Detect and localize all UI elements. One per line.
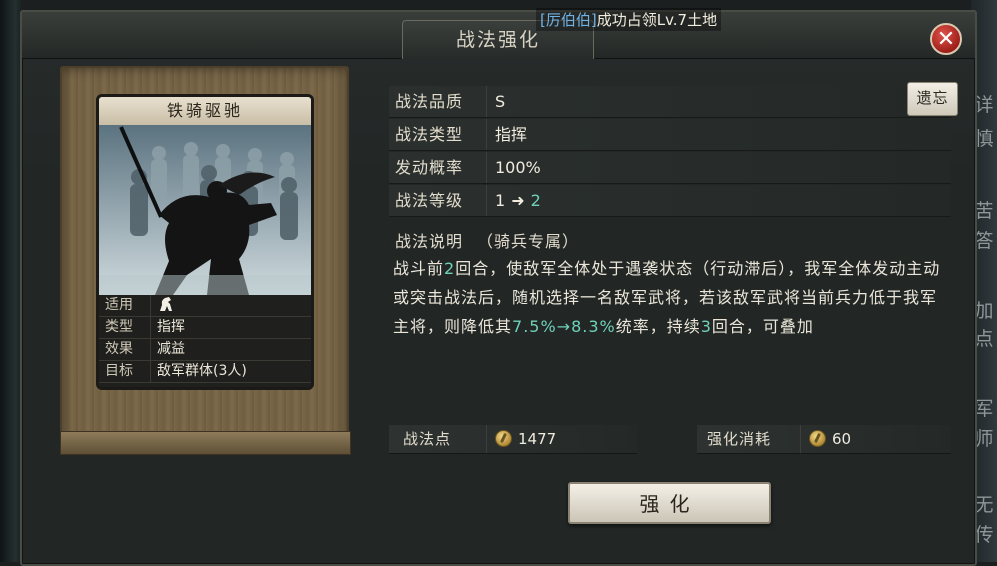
notice-player-name: [厉伯伯] xyxy=(540,11,597,29)
tactic-scroll: 铁骑驱驰 适用 类型 指挥 效果 减益 目标 敌军群体(3人) xyxy=(60,66,351,455)
attr-value: 100% xyxy=(495,158,541,177)
desc-highlight: 2 xyxy=(444,259,456,278)
attr-row-quality: 战法品质 S xyxy=(389,86,951,118)
attr-label: 战法类型 xyxy=(389,119,487,150)
card-title: 铁骑驱驰 xyxy=(99,97,311,125)
description-tag: （骑兵专属） xyxy=(477,232,580,251)
points-value: 1477 xyxy=(518,430,557,448)
enhance-cost-bar: 强化消耗 60 xyxy=(697,425,951,454)
info-row-usage: 适用 xyxy=(99,295,311,317)
attr-label: 发动概率 xyxy=(389,152,487,183)
cost-value: 60 xyxy=(832,430,852,448)
desc-part: 战斗前 xyxy=(393,259,445,278)
attr-row-type: 战法类型 指挥 xyxy=(389,119,951,151)
broadcast-notice: [厉伯伯]成功占领Lv.7土地 xyxy=(536,8,722,31)
desc-highlight: 7.5%→8.3% xyxy=(512,317,616,336)
info-value: 敌军群体(3人) xyxy=(157,363,247,379)
description-label: 战法说明 xyxy=(395,232,464,251)
enhance-button[interactable]: 强化 xyxy=(568,482,771,524)
attr-row-rate: 发动概率 100% xyxy=(389,152,951,184)
desc-highlight: 3 xyxy=(700,317,712,336)
tactic-point-coin-icon xyxy=(809,430,826,447)
tactic-card: 铁骑驱驰 适用 类型 指挥 效果 减益 目标 敌军群体(3人) xyxy=(96,94,314,390)
cavalry-horse-icon xyxy=(157,297,175,317)
attr-value: 1 ➜ 2 xyxy=(487,185,541,216)
info-row-type: 类型 指挥 xyxy=(99,317,311,339)
info-value: 指挥 xyxy=(157,319,185,335)
description-panel: 战法说明 （骑兵专属） 战斗前2回合，使敌军全体处于遇袭状态（行动滞后），我军全体… xyxy=(389,224,951,424)
info-row-effect: 效果 减益 xyxy=(99,339,311,361)
info-label: 类型 xyxy=(99,317,151,338)
desc-part: 回合，可叠加 xyxy=(711,317,814,336)
card-info-table: 适用 类型 指挥 效果 减益 目标 敌军群体(3人) xyxy=(99,295,311,387)
points-label: 战法点 xyxy=(389,425,487,453)
cavalry-charge-illustration xyxy=(99,125,311,295)
level-current: 1 xyxy=(495,191,506,210)
description-text: 战斗前2回合，使敌军全体处于遇袭状态（行动滞后），我军全体发动主动或突击战法后，… xyxy=(393,254,953,341)
arrow-right-icon: ➜ xyxy=(511,191,525,210)
attr-label: 战法等级 xyxy=(389,185,487,216)
info-label: 目标 xyxy=(99,361,151,382)
close-icon: ✕ xyxy=(936,27,956,52)
attr-row-level: 战法等级 1 ➜ 2 xyxy=(389,185,951,217)
card-artwork xyxy=(99,125,311,295)
info-label: 适用 xyxy=(99,295,151,316)
tactic-point-coin-icon xyxy=(495,430,512,447)
notice-text: 成功占领Lv.7土地 xyxy=(596,11,718,29)
attr-label: 战法品质 xyxy=(389,86,487,117)
info-value: 减益 xyxy=(157,341,185,357)
forget-button[interactable]: 遗忘 xyxy=(907,82,958,116)
info-label: 效果 xyxy=(99,339,151,360)
left-background xyxy=(0,0,22,562)
close-button[interactable]: ✕ xyxy=(930,23,962,55)
attr-value: S xyxy=(495,92,506,111)
desc-part: 统率，持续 xyxy=(615,317,701,336)
cost-label: 强化消耗 xyxy=(697,425,801,453)
description-header: 战法说明 （骑兵专属） xyxy=(395,228,579,252)
attr-value: 指挥 xyxy=(495,125,528,144)
info-row-target: 目标 敌军群体(3人) xyxy=(99,361,311,383)
level-next: 2 xyxy=(530,191,541,210)
tactic-points-bar: 战法点 1477 xyxy=(389,425,637,454)
scroll-rod xyxy=(60,431,351,455)
info-value xyxy=(151,295,175,316)
